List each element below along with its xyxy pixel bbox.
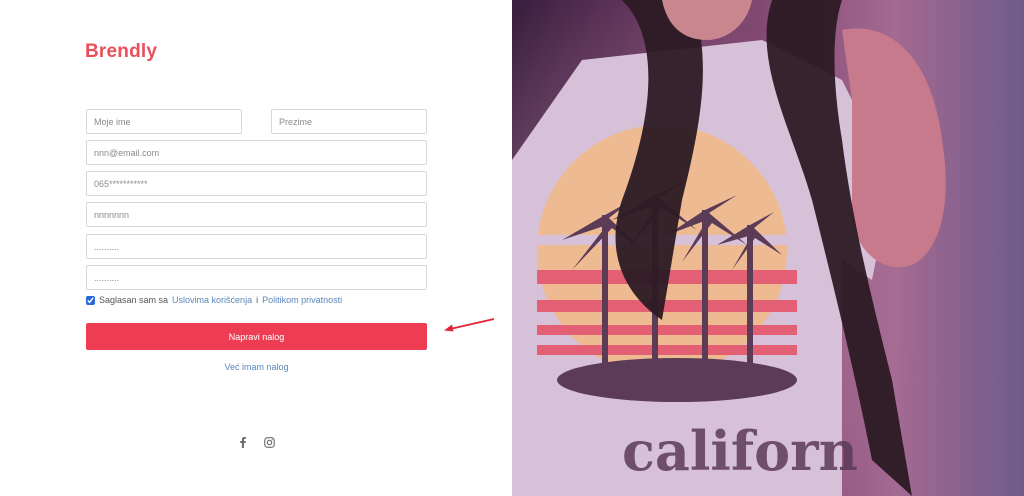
terms-separator: i bbox=[256, 295, 259, 305]
terms-of-use-link[interactable]: Uslovima korišćenja bbox=[172, 295, 252, 305]
email-input[interactable] bbox=[86, 140, 427, 165]
terms-row: Saglasan sam sa Uslovima korišćenja i Po… bbox=[86, 295, 342, 305]
confirm-password-input[interactable] bbox=[86, 265, 427, 290]
terms-checkbox[interactable] bbox=[86, 295, 95, 305]
have-account-link[interactable]: Već imam nalog bbox=[86, 362, 427, 372]
hero-photo: californ bbox=[512, 0, 1024, 496]
password-input[interactable] bbox=[86, 234, 427, 259]
signup-panel: Brendly Saglasan sam sa Uslovima korišće… bbox=[0, 0, 512, 496]
instagram-icon[interactable] bbox=[263, 436, 275, 448]
photo-illustration: californ bbox=[512, 0, 1024, 496]
phone-input[interactable] bbox=[86, 171, 427, 196]
terms-prefix: Saglasan sam sa bbox=[99, 295, 169, 305]
create-account-button[interactable]: Napravi nalog bbox=[86, 323, 427, 350]
facebook-icon[interactable] bbox=[237, 436, 249, 448]
last-name-input[interactable] bbox=[271, 109, 427, 134]
svg-text:californ: californ bbox=[622, 419, 858, 483]
privacy-policy-link[interactable]: Politikom privatnosti bbox=[262, 295, 342, 305]
username-input[interactable] bbox=[86, 202, 427, 227]
arrow-pointer-icon bbox=[444, 318, 495, 332]
brand-logo[interactable]: Brendly bbox=[85, 41, 157, 63]
first-name-input[interactable] bbox=[86, 109, 242, 134]
signup-page: Brendly Saglasan sam sa Uslovima korišće… bbox=[0, 0, 1024, 496]
